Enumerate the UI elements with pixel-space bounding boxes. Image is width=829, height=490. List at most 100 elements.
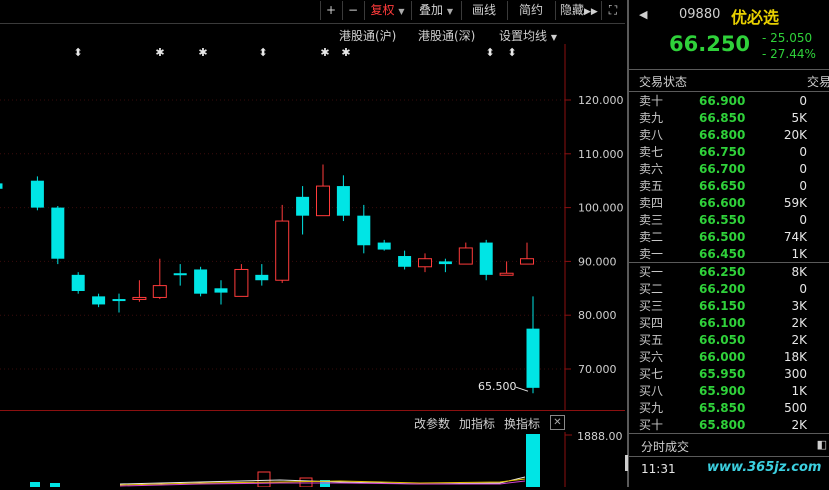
bid-row[interactable]: 买八 65.900 1K xyxy=(629,383,829,400)
bid-price: 65.900 xyxy=(699,384,746,398)
bid-row[interactable]: 买十 65.800 2K xyxy=(629,417,829,434)
event-marker-icon: ⬍ xyxy=(485,46,494,59)
ask-volume: 0 xyxy=(799,94,807,108)
ask-row[interactable]: 卖一 66.450 1K xyxy=(629,246,829,263)
candle-body xyxy=(71,274,85,291)
divider xyxy=(629,262,829,263)
bid-price: 65.800 xyxy=(699,418,746,432)
ask-row[interactable]: 卖十 66.900 0 xyxy=(629,93,829,110)
candle-body xyxy=(30,180,44,208)
candle-body xyxy=(499,272,514,276)
ticks-expand-icon[interactable]: ◧ xyxy=(817,438,827,451)
price-axis-label: 120.000 xyxy=(578,94,624,107)
low-price-arrow xyxy=(515,386,529,392)
volume-bar xyxy=(50,483,60,487)
fuquan-button[interactable]: 复权 ▼ xyxy=(364,1,410,20)
candle-body xyxy=(112,299,126,302)
price-axis-label: 80.000 xyxy=(578,309,617,322)
zoom-in-button[interactable]: + xyxy=(320,1,341,20)
ask-level-label: 卖五 xyxy=(639,179,664,193)
ask-volume: 5K xyxy=(791,111,807,125)
ask-row[interactable]: 卖四 66.600 59K xyxy=(629,195,829,212)
bid-level-label: 买十 xyxy=(639,418,664,432)
ask-level-label: 卖一 xyxy=(639,247,664,261)
ask-row[interactable]: 卖七 66.750 0 xyxy=(629,144,829,161)
bid-row[interactable]: 买四 66.100 2K xyxy=(629,315,829,332)
ask-price: 66.750 xyxy=(699,145,746,159)
candle-body xyxy=(234,268,249,297)
candle-body xyxy=(132,296,147,300)
candle-body xyxy=(357,215,371,246)
divider xyxy=(629,433,829,434)
volume-svg: 1888.00 xyxy=(30,430,623,488)
ask-row[interactable]: 卖九 66.850 5K xyxy=(629,110,829,127)
event-marker-icon: ⬍ xyxy=(507,46,516,59)
tick-time: 11:31 xyxy=(641,462,676,476)
ask-level-label: 卖三 xyxy=(639,213,664,227)
bid-row[interactable]: 买五 66.050 2K xyxy=(629,332,829,349)
ask-volume: 0 xyxy=(799,179,807,193)
bid-level-label: 买七 xyxy=(639,367,664,381)
stock-code: 09880 xyxy=(679,7,721,22)
ma-settings-label: 设置均线 xyxy=(499,29,548,43)
diejia-button[interactable]: 叠加 ▼ xyxy=(411,1,460,20)
candle-body xyxy=(479,242,493,275)
swap-indicator-button[interactable]: 换指标 xyxy=(504,415,540,432)
ask-row[interactable]: 卖八 66.800 20K xyxy=(629,127,829,144)
ma-settings-dropdown[interactable]: 设置均线 ▼ xyxy=(499,27,557,44)
bid-level-label: 买九 xyxy=(639,401,664,415)
quote-panel: ◀ 09880 优必选 66.250 - 25.050 - 27.44% 交易状… xyxy=(627,0,829,487)
candlestick-chart[interactable]: 120.000 110.000 100.000 90.000 80.000 70.000 6… xyxy=(0,44,625,410)
add-indicator-button[interactable]: 加指标 xyxy=(459,415,495,432)
candle-body xyxy=(418,258,432,268)
ask-row[interactable]: 卖六 66.700 0 xyxy=(629,161,829,178)
divider xyxy=(629,91,829,92)
candle-body xyxy=(520,258,534,265)
ask-row[interactable]: 卖三 66.550 0 xyxy=(629,212,829,229)
jianyue-button[interactable]: 简约 xyxy=(507,1,554,20)
hk-connect-sz-link[interactable]: 港股通(深) xyxy=(418,27,475,44)
change-params-button[interactable]: 改参数 xyxy=(414,415,450,432)
ask-volume: 0 xyxy=(799,162,807,176)
bid-row[interactable]: 买六 66.000 18K xyxy=(629,349,829,366)
bid-volume: 2K xyxy=(791,418,807,432)
bid-row[interactable]: 买九 65.850 500 xyxy=(629,400,829,417)
bid-row[interactable]: 买一 66.250 8K xyxy=(629,264,829,281)
candle-body xyxy=(152,285,167,298)
prev-arrow-icon[interactable]: ◀ xyxy=(639,8,647,21)
yincang-label: 隐藏 xyxy=(560,3,585,17)
ticks-title: 分时成交 xyxy=(641,440,690,454)
bid-price: 66.250 xyxy=(699,265,746,279)
ask-level-label: 卖八 xyxy=(639,128,664,142)
ask-row[interactable]: 卖五 66.650 0 xyxy=(629,178,829,195)
candle-body xyxy=(458,247,473,265)
huaxian-button[interactable]: 画线 xyxy=(461,1,506,20)
close-icon[interactable]: ✕ xyxy=(550,415,565,430)
ask-volume: 1K xyxy=(791,247,807,261)
bid-level-label: 买六 xyxy=(639,350,664,364)
ask-level-label: 卖四 xyxy=(639,196,664,210)
yincang-button[interactable]: 隐藏▶▶ xyxy=(555,1,599,20)
bid-price: 66.050 xyxy=(699,333,746,347)
volume-axis-label: 1888.00 xyxy=(577,432,623,443)
scroll-handle[interactable] xyxy=(625,455,628,471)
chevron-down-icon: ▼ xyxy=(398,7,405,16)
bid-row[interactable]: 买三 66.150 3K xyxy=(629,298,829,315)
bid-row[interactable]: 买二 66.200 0 xyxy=(629,281,829,298)
candle-body xyxy=(316,185,330,217)
ask-volume: 74K xyxy=(783,230,807,244)
ask-price: 66.700 xyxy=(699,162,746,176)
ask-volume: 0 xyxy=(799,145,807,159)
expand-icon[interactable]: ⛶ xyxy=(601,1,624,20)
ask-price: 66.450 xyxy=(699,247,746,261)
last-price-value: 66.250 xyxy=(669,32,751,56)
hk-connect-sh-link[interactable]: 港股通(沪) xyxy=(339,27,396,44)
stock-name: 优必选 xyxy=(731,8,780,27)
price-change: - 25.050 xyxy=(762,31,813,45)
bid-row[interactable]: 买七 65.950 300 xyxy=(629,366,829,383)
ask-row[interactable]: 卖二 66.500 74K xyxy=(629,229,829,246)
ask-price: 66.500 xyxy=(699,230,746,244)
ask-level-label: 卖九 xyxy=(639,111,664,125)
zoom-out-button[interactable]: − xyxy=(342,1,363,20)
volume-bar xyxy=(30,482,40,487)
